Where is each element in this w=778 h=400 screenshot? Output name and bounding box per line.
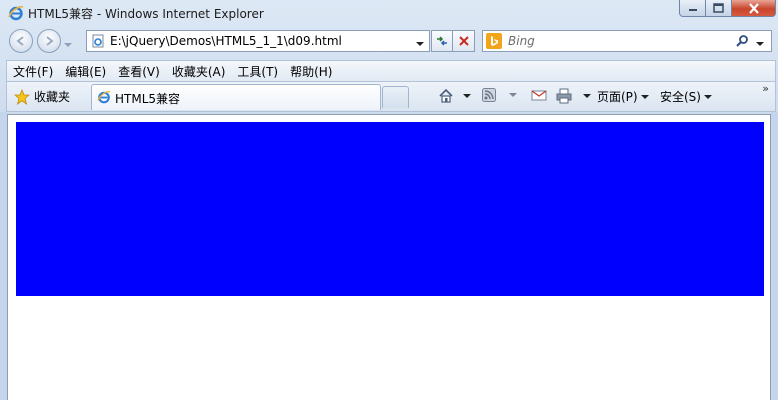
close-button[interactable] [732,0,776,17]
url-text: E:\jQuery\Demos\HTML5_1_1\d09.html [110,34,342,48]
safety-menu-button[interactable]: 安全(S) [660,88,712,105]
stop-button[interactable] [453,30,475,52]
print-button[interactable] [556,88,591,104]
chevron-down-icon [583,94,591,98]
star-icon [14,88,30,105]
close-icon [748,2,759,14]
favorites-button[interactable]: 收藏夹 [14,88,70,105]
menu-bar: 文件(F) 编辑(E) 查看(V) 收藏夹(A) 工具(T) 帮助(H) [6,60,776,82]
tab-title: HTML5兼容 [115,92,181,106]
bing-logo-icon [486,33,502,49]
feeds-button[interactable] [482,88,517,102]
menu-favorites[interactable]: 收藏夹(A) [166,63,232,80]
mail-icon [531,90,547,101]
window-controls [679,0,776,18]
rss-feed-icon [482,88,496,102]
page-icon [92,34,104,48]
tab-active[interactable]: HTML5兼容 [91,84,381,110]
home-icon [439,88,453,103]
ie-page-icon [97,90,111,104]
address-bar[interactable]: E:\jQuery\Demos\HTML5_1_1\d09.html [86,30,430,52]
stop-icon [458,36,469,46]
menu-help[interactable]: 帮助(H) [284,63,338,80]
chevron-down-icon [416,42,424,46]
back-arrow-icon [16,36,24,46]
navigation-bar: E:\jQuery\Demos\HTML5_1_1\d09.html Bing [0,28,778,56]
favorites-label: 收藏夹 [34,90,71,104]
refresh-button[interactable] [431,30,453,52]
chevron-down-icon [509,93,517,97]
refresh-icon [437,36,447,46]
forward-arrow-icon [46,36,54,46]
chevron-more-icon[interactable]: » [762,82,769,95]
minimize-icon [688,9,697,11]
safety-menu-label: 安全(S) [660,90,701,104]
search-placeholder: Bing [508,34,535,48]
window-title: HTML5兼容 - Windows Internet Explorer [28,7,264,21]
search-provider-dropdown[interactable] [756,35,764,49]
page-content [7,114,771,400]
address-dropdown[interactable] [416,35,424,49]
menu-file[interactable]: 文件(F) [7,63,59,80]
new-tab-button[interactable] [382,86,409,108]
page-menu-label: 页面(P) [597,90,638,104]
page-menu-button[interactable]: 页面(P) [597,88,649,105]
chevron-down-icon [703,94,712,99]
favorites-bar: 收藏夹 HTML5兼容 页面(P) 安全(S) » [6,82,776,112]
maximize-icon [713,3,724,13]
home-button[interactable] [438,88,471,104]
forward-button[interactable] [37,29,61,53]
menu-tools[interactable]: 工具(T) [231,63,284,80]
menu-edit[interactable]: 编辑(E) [59,63,112,80]
window-frame-right [771,112,778,400]
chevron-down-icon [64,43,72,47]
menu-view[interactable]: 查看(V) [112,63,166,80]
chevron-down-icon [756,42,764,46]
maximize-button[interactable] [706,0,732,17]
blue-box [16,122,764,296]
back-button[interactable] [9,29,33,53]
recent-pages-dropdown[interactable] [64,36,72,50]
search-box[interactable]: Bing [482,30,772,52]
browser-window: HTML5兼容 - Windows Internet Explorer E:\j… [0,0,778,400]
chevron-down-icon [463,94,471,98]
chevron-down-icon [640,94,649,99]
window-frame-left [0,112,7,400]
read-mail-button[interactable] [531,88,547,102]
ie-logo-icon [8,6,24,21]
printer-icon [556,88,572,104]
minimize-button[interactable] [679,0,706,17]
title-bar: HTML5兼容 - Windows Internet Explorer [0,0,778,26]
search-icon[interactable] [735,34,749,48]
